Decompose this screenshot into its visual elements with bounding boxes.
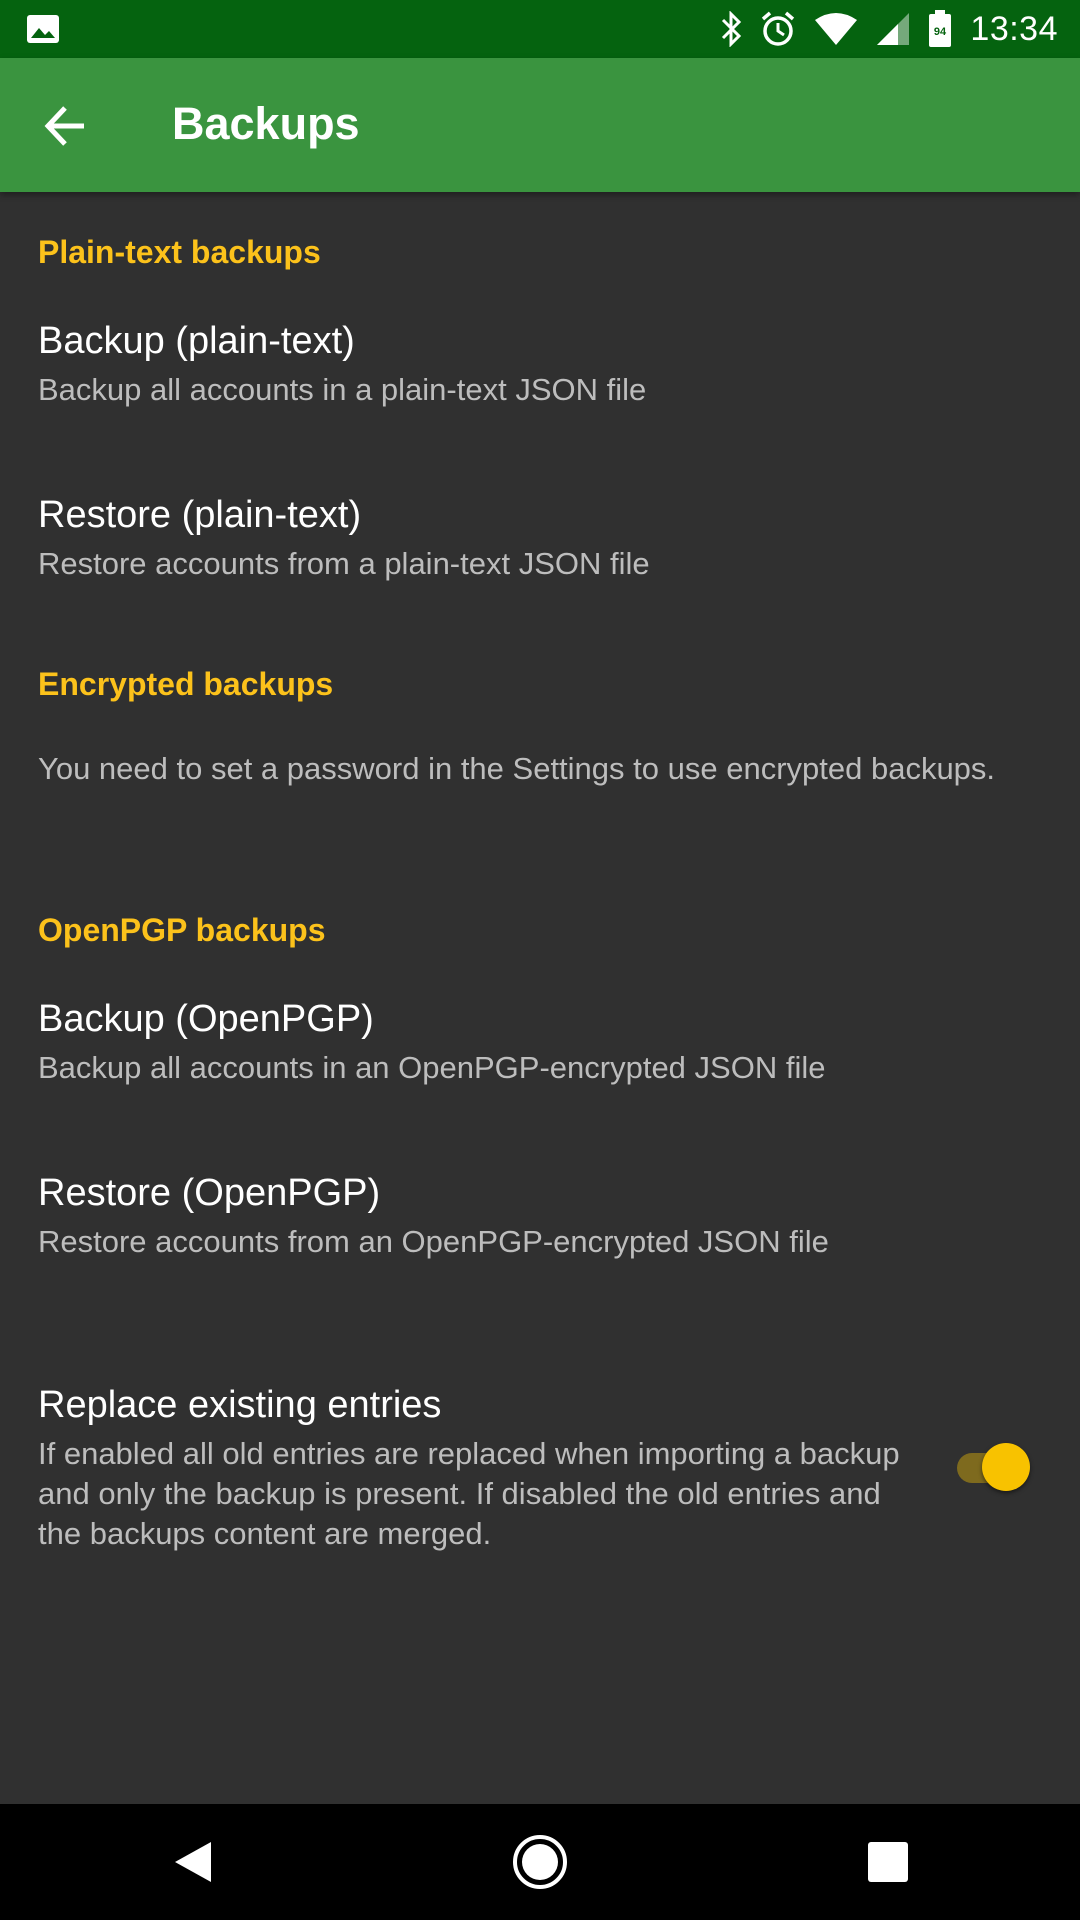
alarm-icon: [762, 11, 795, 46]
pref-summary: Restore accounts from a plain-text JSON …: [38, 546, 650, 581]
status-time: 13:34: [970, 9, 1058, 48]
pref-summary: Backup all accounts in a plain-text JSON…: [38, 372, 647, 407]
bluetooth-icon: [722, 11, 742, 47]
navigation-bar: [0, 1804, 1080, 1920]
nav-recents-icon[interactable]: [858, 1832, 918, 1892]
signal-icon: [877, 13, 910, 45]
restore-openpgp-item[interactable]: Restore (OpenPGP) Restore accounts from …: [0, 1152, 1080, 1302]
pref-summary: If enabled all old entries are replaced …: [38, 1436, 900, 1551]
battery-icon: 94: [929, 10, 952, 47]
svg-text:94: 94: [934, 26, 947, 38]
pref-summary: Backup all accounts in an OpenPGP-encryp…: [38, 1050, 826, 1085]
replace-existing-entries-item[interactable]: Replace existing entries If enabled all …: [0, 1364, 1080, 1564]
pref-title: Replace existing entries: [38, 1384, 442, 1426]
section-header-openpgp: OpenPGP backups: [38, 912, 326, 948]
toggle-thumb: [982, 1443, 1030, 1491]
nav-back-icon[interactable]: [163, 1832, 223, 1892]
pref-summary: Restore accounts from an OpenPGP-encrypt…: [38, 1224, 829, 1259]
restore-plain-text-item[interactable]: Restore (plain-text) Restore accounts fr…: [0, 474, 1080, 624]
encrypted-info-text: You need to set a password in the Settin…: [38, 751, 996, 786]
replace-entries-toggle[interactable]: [955, 1443, 1035, 1493]
backup-openpgp-item[interactable]: Backup (OpenPGP) Backup all accounts in …: [0, 978, 1080, 1128]
pref-title: Restore (plain-text): [38, 494, 362, 536]
app-bar: Backups: [0, 58, 1080, 192]
wifi-icon: [815, 13, 858, 45]
arrow-back-icon[interactable]: [38, 98, 94, 154]
image-icon: [27, 15, 59, 43]
nav-home-icon[interactable]: [510, 1832, 570, 1892]
backup-plain-text-item[interactable]: Backup (plain-text) Backup all accounts …: [0, 300, 1080, 450]
pref-title: Restore (OpenPGP): [38, 1172, 381, 1214]
section-header-plain-text: Plain-text backups: [38, 234, 321, 270]
status-bar: 94 13:34: [0, 0, 1080, 58]
section-header-encrypted: Encrypted backups: [38, 666, 334, 702]
pref-title: Backup (OpenPGP): [38, 998, 374, 1040]
pref-title: Backup (plain-text): [38, 320, 355, 362]
page-title: Backups: [172, 98, 360, 149]
